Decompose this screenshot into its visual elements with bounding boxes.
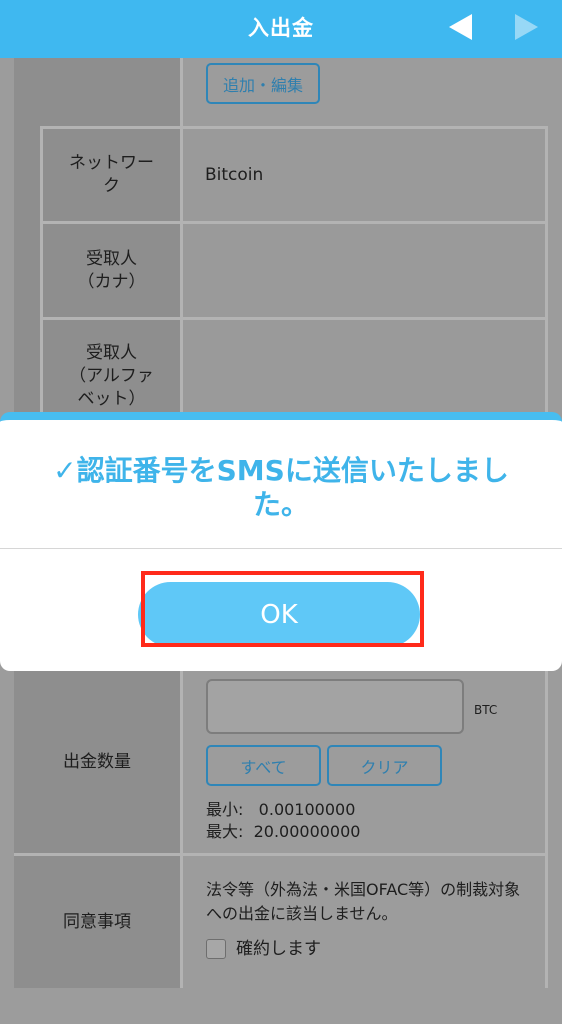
- dialog-divider: [0, 548, 562, 549]
- amount-input[interactable]: [206, 679, 464, 734]
- all-button[interactable]: すべて: [206, 745, 321, 786]
- dialog-message: ✓認証番号をSMSに送信いたしました。: [30, 454, 532, 522]
- recipient-alpha-label: 受取人 （アルファ ベット）: [43, 320, 180, 420]
- network-label: ネットワーク: [43, 129, 180, 221]
- agreement-text: 法令等（外為法・米国OFAC等）の制裁対象への出金に該当しません。: [206, 880, 521, 923]
- network-value: Bitcoin: [183, 129, 545, 221]
- recipient-kana-label: 受取人 （カナ）: [43, 224, 180, 317]
- clear-button[interactable]: クリア: [327, 745, 442, 786]
- recipient-alpha-value: [183, 320, 545, 420]
- add-edit-address-button[interactable]: 追加・編集: [206, 63, 320, 104]
- min-value: 0.00100000: [258, 800, 356, 819]
- max-value: 20.00000000: [253, 822, 361, 841]
- confirm-checkbox[interactable]: [206, 939, 226, 959]
- amount-label: 出金数量: [14, 671, 180, 853]
- sms-sent-dialog: ✓認証番号をSMSに送信いたしました。 OK: [0, 412, 562, 671]
- min-label: 最小:: [206, 800, 244, 819]
- recipient-kana-value: [183, 224, 545, 317]
- triangle-left-icon[interactable]: [446, 12, 474, 42]
- max-label: 最大:: [206, 822, 244, 841]
- amount-unit: BTC: [474, 703, 498, 717]
- max-amount: 最大: 20.00000000: [206, 821, 360, 843]
- agreement-label: 同意事項: [14, 856, 180, 988]
- network-value-text: Bitcoin: [205, 165, 264, 185]
- page-title: 入出金: [248, 16, 314, 40]
- confirm-checkbox-label[interactable]: 確約します: [236, 938, 321, 960]
- min-amount: 最小: 0.00100000: [206, 799, 355, 821]
- network-label-text: ネットワーク: [69, 153, 154, 196]
- dialog-message-text: 認証番号をSMSに送信いたしました。: [76, 454, 509, 521]
- checkmark-icon: ✓: [53, 454, 77, 487]
- triangle-right-icon[interactable]: [512, 12, 540, 42]
- app-header: 入出金: [0, 0, 562, 58]
- ok-button[interactable]: OK: [138, 582, 420, 647]
